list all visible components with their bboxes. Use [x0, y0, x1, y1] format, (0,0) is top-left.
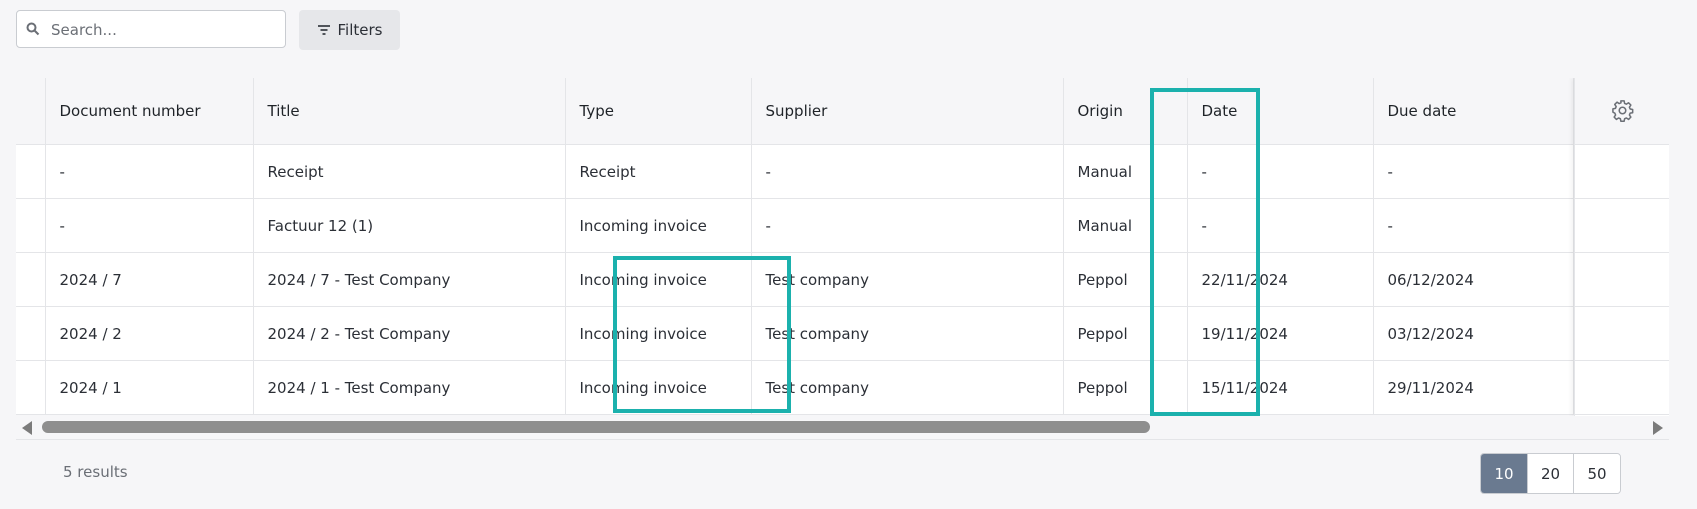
- scrollbar-thumb[interactable]: [42, 421, 1150, 433]
- cell-type: Incoming invoice: [565, 198, 752, 253]
- cell-title: 2024 / 2 - Test Company: [253, 306, 566, 361]
- table-row[interactable]: 2024 / 1 2024 / 1 - Test Company Incomin…: [16, 360, 1574, 415]
- gear-icon[interactable]: [1611, 99, 1634, 122]
- table-row[interactable]: 2024 / 7 2024 / 7 - Test Company Incomin…: [16, 252, 1574, 307]
- cell-title: 2024 / 1 - Test Company: [253, 360, 566, 415]
- settings-cell: [1575, 199, 1669, 253]
- cell-type: Incoming invoice: [565, 306, 752, 361]
- column-header-type[interactable]: Type: [565, 78, 752, 145]
- cell-supplier: Test company: [751, 360, 1064, 415]
- table-row[interactable]: - Receipt Receipt - Manual - -: [16, 144, 1574, 199]
- cell-origin: Manual: [1063, 144, 1188, 199]
- cell-document-number: 2024 / 7: [45, 252, 254, 307]
- documents-table: Document number Title Type Supplier Orig…: [16, 78, 1669, 416]
- search-icon: [26, 22, 40, 36]
- cell-supplier: -: [751, 144, 1064, 199]
- cell-title: 2024 / 7 - Test Company: [253, 252, 566, 307]
- filters-label: Filters: [337, 21, 383, 39]
- cell-origin: Manual: [1063, 198, 1188, 253]
- column-header-document-number[interactable]: Document number: [45, 78, 254, 145]
- column-header-title[interactable]: Title: [253, 78, 566, 145]
- column-header-date[interactable]: Date: [1187, 78, 1374, 145]
- row-select-cell: [16, 360, 46, 415]
- cell-supplier: -: [751, 198, 1064, 253]
- results-count: 5 results: [63, 463, 128, 481]
- settings-cell: [1575, 307, 1669, 361]
- toolbar: Filters: [16, 10, 400, 50]
- settings-column: [1574, 78, 1669, 416]
- cell-title: Receipt: [253, 144, 566, 199]
- cell-date: 15/11/2024: [1187, 360, 1374, 415]
- cell-document-number: -: [45, 198, 254, 253]
- cell-document-number: 2024 / 2: [45, 306, 254, 361]
- page-size-50-button[interactable]: 50: [1573, 454, 1620, 493]
- cell-origin: Peppol: [1063, 306, 1188, 361]
- settings-cell: [1575, 145, 1669, 199]
- cell-supplier: Test company: [751, 306, 1064, 361]
- cell-due-date: -: [1373, 198, 1574, 253]
- filter-icon: [317, 25, 330, 35]
- header-row: Document number Title Type Supplier Orig…: [16, 78, 1574, 145]
- scroll-left-arrow-icon[interactable]: [22, 421, 32, 435]
- search-input[interactable]: [49, 11, 281, 49]
- cell-type: Incoming invoice: [565, 360, 752, 415]
- column-header-origin[interactable]: Origin: [1063, 78, 1188, 145]
- table-row[interactable]: 2024 / 2 2024 / 2 - Test Company Incomin…: [16, 306, 1574, 361]
- cell-type: Receipt: [565, 144, 752, 199]
- row-select-cell: [16, 144, 46, 199]
- page-size-10-button[interactable]: 10: [1481, 454, 1527, 493]
- cell-date: 19/11/2024: [1187, 306, 1374, 361]
- settings-header: [1575, 78, 1669, 145]
- cell-due-date: 03/12/2024: [1373, 306, 1574, 361]
- cell-document-number: 2024 / 1: [45, 360, 254, 415]
- cell-supplier: Test company: [751, 252, 1064, 307]
- row-select-cell: [16, 198, 46, 253]
- column-header-supplier[interactable]: Supplier: [751, 78, 1064, 145]
- cell-due-date: 29/11/2024: [1373, 360, 1574, 415]
- filters-button[interactable]: Filters: [299, 10, 400, 50]
- cell-title: Factuur 12 (1): [253, 198, 566, 253]
- cell-due-date: -: [1373, 144, 1574, 199]
- table-row[interactable]: - Factuur 12 (1) Incoming invoice - Manu…: [16, 198, 1574, 253]
- cell-origin: Peppol: [1063, 360, 1188, 415]
- cell-due-date: 06/12/2024: [1373, 252, 1574, 307]
- cell-date: -: [1187, 144, 1374, 199]
- row-select-cell: [16, 306, 46, 361]
- column-header-due-date[interactable]: Due date: [1373, 78, 1574, 145]
- cell-type: Incoming invoice: [565, 252, 752, 307]
- data-table: Document number Title Type Supplier Orig…: [16, 78, 1574, 415]
- cell-date: 22/11/2024: [1187, 252, 1374, 307]
- settings-cell: [1575, 253, 1669, 307]
- row-select-cell: [16, 252, 46, 307]
- page-size-20-button[interactable]: 20: [1527, 454, 1573, 493]
- horizontal-scrollbar[interactable]: [16, 416, 1669, 440]
- scroll-right-arrow-icon[interactable]: [1653, 421, 1663, 435]
- page-size-selector: 10 20 50: [1480, 453, 1621, 494]
- cell-document-number: -: [45, 144, 254, 199]
- cell-origin: Peppol: [1063, 252, 1188, 307]
- cell-date: -: [1187, 198, 1374, 253]
- search-box[interactable]: [16, 10, 286, 49]
- select-column-header: [16, 78, 46, 145]
- settings-cell: [1575, 361, 1669, 415]
